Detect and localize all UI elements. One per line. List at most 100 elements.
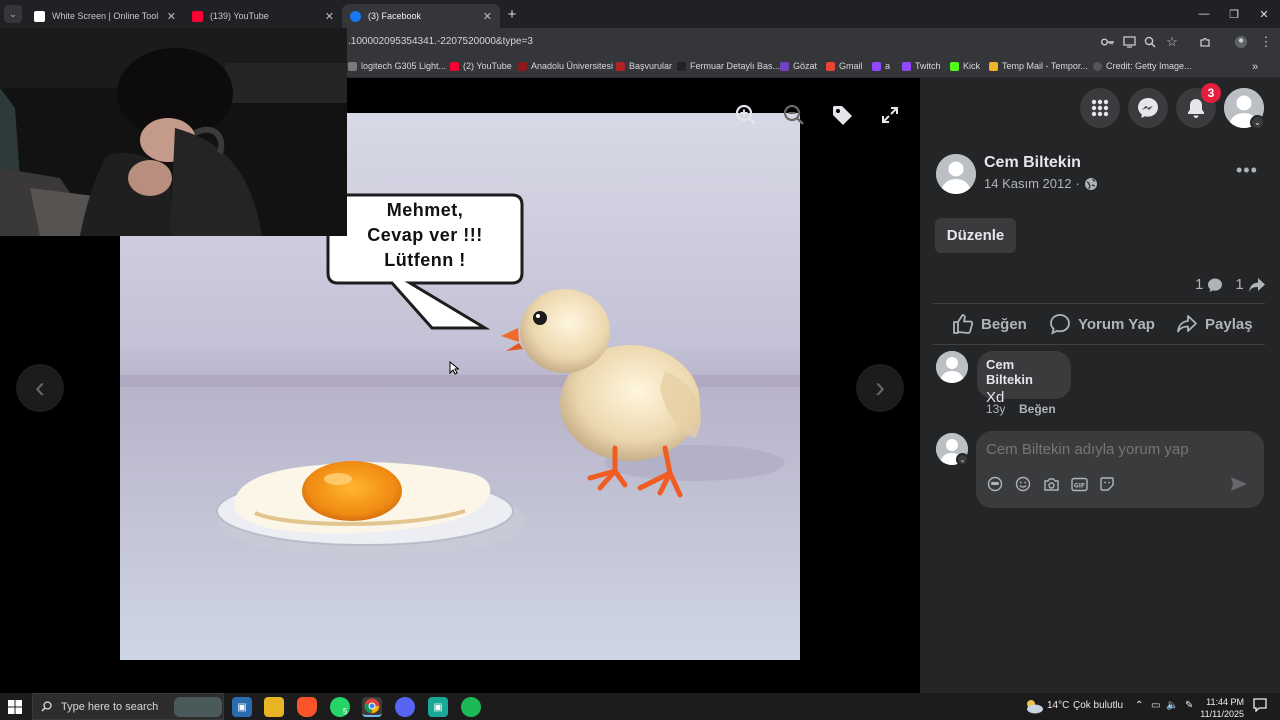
account-chevron-icon[interactable]: ⌄: [1250, 115, 1265, 130]
bookmark-item[interactable]: logitech G305 Light...: [348, 61, 446, 71]
send-icon[interactable]: [1230, 475, 1248, 493]
avatar-sticker-icon[interactable]: [986, 475, 1004, 493]
fullscreen-icon[interactable]: [875, 100, 905, 130]
bookmark-item[interactable]: Credit: Getty Image...: [1093, 61, 1192, 71]
close-tab-icon[interactable]: ✕: [325, 10, 334, 23]
bookmark-label: Twitch: [915, 61, 941, 71]
bookmark-favicon-icon: [780, 61, 789, 71]
weather-cloud-icon[interactable]: [1024, 698, 1044, 717]
previous-photo-button[interactable]: ‹: [16, 364, 64, 412]
gif-icon[interactable]: GIF: [1070, 475, 1088, 493]
tray-chevron-up-icon[interactable]: ⌃: [1135, 700, 1143, 711]
bookmark-item[interactable]: Başvurular: [616, 61, 672, 71]
sticker-icon[interactable]: [1098, 475, 1116, 493]
commenter-avatar[interactable]: [936, 351, 968, 383]
whatsapp-badge: 5: [343, 707, 348, 716]
composer-chevron-icon[interactable]: ⌄: [956, 453, 969, 466]
install-app-icon[interactable]: [1121, 34, 1137, 50]
tag-icon[interactable]: [827, 100, 857, 130]
discord-icon[interactable]: [395, 697, 415, 717]
edit-post-button[interactable]: Düzenle: [935, 218, 1016, 253]
restore-icon[interactable]: ❐: [1219, 4, 1249, 24]
like-button[interactable]: Beğen: [952, 310, 1027, 338]
tab-facebook[interactable]: (3) Facebook ✕: [342, 4, 500, 28]
app-green-icon[interactable]: ▣: [428, 697, 448, 717]
zoom-out-icon[interactable]: [779, 100, 809, 130]
weather-temp[interactable]: 14°C: [1047, 700, 1069, 711]
comment-icon: [1050, 314, 1070, 335]
comment-like-button[interactable]: Beğen: [1019, 402, 1056, 416]
taskbar-clock[interactable]: 11:44 PM 11/11/2025: [1196, 696, 1244, 720]
speech-line: Lütfenn !: [384, 250, 466, 270]
extensions-icon[interactable]: [1197, 34, 1213, 50]
bookmark-item[interactable]: Gmail: [826, 61, 863, 71]
camera-icon[interactable]: [1042, 475, 1060, 493]
tab-white-screen[interactable]: White Screen | Online Tool ✕: [26, 4, 184, 28]
more-bookmarks-button[interactable]: »: [1252, 61, 1258, 73]
zoom-icon[interactable]: [1142, 34, 1158, 50]
bookmark-item[interactable]: Fermuar Detaylı Bas...: [677, 61, 780, 71]
close-tab-icon[interactable]: ✕: [483, 10, 492, 23]
post-date[interactable]: 14 Kasım 2012 ·: [984, 176, 1098, 191]
network-icon[interactable]: ▭: [1151, 700, 1160, 711]
bookmark-item[interactable]: (2) YouTube: [450, 61, 512, 71]
weather-condition[interactable]: Çok bulutlu: [1073, 700, 1123, 711]
bookmark-item[interactable]: Kick: [950, 61, 980, 71]
zoom-in-icon[interactable]: [731, 100, 761, 130]
author-avatar[interactable]: [936, 154, 976, 194]
tab-title: White Screen | Online Tool: [52, 11, 159, 21]
bookmark-label: Fermuar Detaylı Bas...: [690, 61, 781, 71]
comment-timestamp[interactable]: 13y: [986, 402, 1005, 416]
speech-line: Mehmet,: [386, 200, 464, 220]
bookmark-label: Temp Mail - Tempor...: [1002, 61, 1088, 71]
volume-icon[interactable]: 🔈: [1166, 700, 1178, 711]
share-count[interactable]: 1: [1235, 276, 1243, 293]
brave-browser-icon[interactable]: [297, 697, 317, 717]
close-tab-icon[interactable]: ✕: [167, 10, 176, 23]
bookmark-item[interactable]: Gözat: [780, 61, 817, 71]
notification-count-badge: 3: [1201, 83, 1221, 103]
menu-grid-button[interactable]: [1080, 88, 1120, 128]
divider: [933, 303, 1265, 304]
post-more-options-icon[interactable]: •••: [1236, 160, 1258, 181]
bookmark-item[interactable]: a: [872, 61, 890, 71]
post-author-name[interactable]: Cem Biltekin: [984, 154, 1081, 172]
bookmark-star-icon[interactable]: ☆: [1164, 34, 1180, 50]
folder-icon[interactable]: [264, 697, 284, 717]
address-bar-url[interactable]: .100002095354341.-2207520000&type=3: [348, 36, 533, 47]
windows-start-icon[interactable]: [8, 700, 22, 714]
tab-youtube[interactable]: (139) YouTube ✕: [184, 4, 342, 28]
tab-search-button[interactable]: ⌄: [4, 5, 22, 23]
search-highlight-icon[interactable]: [174, 697, 222, 717]
chrome-icon[interactable]: [362, 697, 382, 717]
messenger-button[interactable]: [1128, 88, 1168, 128]
bookmark-label: Anadolu Üniversitesi: [531, 61, 614, 71]
taskbar-search-placeholder: Type here to search: [61, 700, 159, 713]
password-key-icon[interactable]: [1100, 34, 1116, 50]
comment-bubble: Cem Biltekin Xd: [977, 351, 1071, 406]
notifications-center-icon[interactable]: [1253, 698, 1267, 715]
pen-icon[interactable]: ✎: [1185, 700, 1193, 711]
bookmark-item[interactable]: Anadolu Üniversitesi: [518, 61, 613, 71]
bookmark-label: Başvurular: [629, 61, 673, 71]
next-photo-button[interactable]: ›: [856, 364, 904, 412]
new-tab-button[interactable]: +: [503, 5, 521, 23]
minimize-icon[interactable]: —: [1189, 4, 1219, 24]
comment-input[interactable]: [986, 441, 1246, 458]
profile-icon[interactable]: [1233, 34, 1249, 50]
bell-icon: [1188, 99, 1204, 118]
spotify-icon[interactable]: [461, 697, 481, 717]
menu-kebab-icon[interactable]: ⋮: [1258, 34, 1274, 50]
globe-icon: [1084, 177, 1097, 190]
close-window-icon[interactable]: ✕: [1249, 4, 1279, 24]
comment-button[interactable]: Yorum Yap: [1049, 310, 1155, 338]
bookmark-label: Credit: Getty Image...: [1106, 61, 1192, 71]
file-explorer-store-icon[interactable]: ▣: [232, 697, 252, 717]
bookmark-item[interactable]: Twitch: [902, 61, 941, 71]
emoji-icon[interactable]: [1014, 475, 1032, 493]
comment-count[interactable]: 1: [1195, 276, 1203, 293]
bookmark-favicon-icon: [1093, 61, 1102, 71]
comment-author[interactable]: Cem Biltekin: [986, 357, 1062, 387]
share-button[interactable]: Paylaş: [1176, 310, 1253, 338]
bookmark-item[interactable]: Temp Mail - Tempor...: [989, 61, 1088, 71]
